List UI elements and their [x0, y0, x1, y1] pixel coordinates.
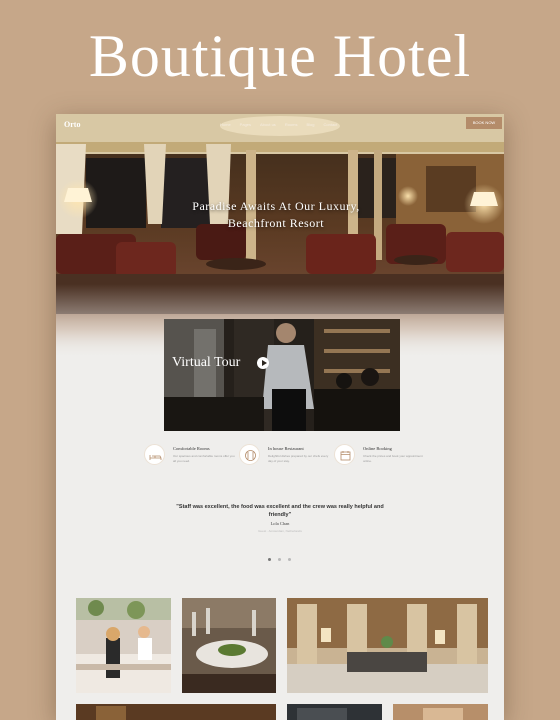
play-icon[interactable]: [257, 357, 269, 369]
testimonial-role: Guest · Amsterdam, Netherlands: [258, 529, 302, 533]
feature-text: Delightful dishes prepared by our chefs …: [268, 454, 329, 463]
feature-restaurant: In house Restaurant Delightful dishes pr…: [239, 444, 339, 474]
carousel-dots: [268, 558, 291, 561]
gallery-image-reception[interactable]: [76, 598, 171, 693]
hero-heading-line-2: Beachfront Resort: [227, 216, 325, 230]
carousel-dot-3[interactable]: [288, 558, 291, 561]
website-preview: Orto Home Pages About us Rooms Blog Cont…: [56, 114, 504, 720]
nav-links: Home Pages About us Rooms Blog Contact: [220, 122, 337, 127]
nav-link-blog[interactable]: Blog: [306, 122, 314, 127]
feature-text: Our spacious and comfortable rooms offer…: [173, 454, 235, 463]
features-row: Comfortable Rooms Our spacious and comfo…: [144, 444, 444, 474]
promo-title: Boutique Hotel: [88, 23, 472, 89]
gallery-image-lobby[interactable]: [287, 598, 488, 693]
feature-online-booking: Online Booking Check the prices and book…: [334, 444, 434, 474]
feature-title: In house Restaurant: [268, 446, 304, 451]
calendar-icon: [334, 444, 355, 465]
nav-link-about[interactable]: About us: [260, 122, 276, 127]
feature-text: Check the prices and book your appointme…: [363, 454, 423, 463]
feature-title: Online Booking: [363, 446, 392, 451]
virtual-tour-label: Virtual Tour: [172, 355, 241, 370]
hero-heading-line-1: Paradise Awaits At Our Luxury,: [192, 199, 360, 213]
virtual-tour-card[interactable]: Virtual Tour: [164, 319, 400, 431]
testimonial-author: Lola Chan: [270, 521, 290, 526]
bed-icon: [144, 444, 165, 465]
restaurant-icon: [239, 444, 260, 465]
carousel-dot-2[interactable]: [278, 558, 281, 561]
nav-link-home[interactable]: Home: [220, 122, 231, 127]
gallery-image-dining[interactable]: [182, 598, 276, 693]
gallery-image-interior[interactable]: [76, 704, 276, 720]
feature-comfortable-rooms: Comfortable Rooms Our spacious and comfo…: [144, 444, 244, 474]
nav-link-pages[interactable]: Pages: [240, 122, 251, 127]
logo[interactable]: Orto: [64, 120, 80, 129]
book-now-button[interactable]: BOOK NOW: [466, 117, 502, 129]
gallery-image-room[interactable]: [287, 704, 382, 720]
carousel-dot-1[interactable]: [268, 558, 271, 561]
testimonial-quote: "Staff was excellent, the food was excel…: [176, 504, 384, 518]
gallery-image-detail[interactable]: [393, 704, 488, 720]
top-navigation: Orto Home Pages About us Rooms Blog Cont…: [56, 114, 504, 134]
nav-link-contact[interactable]: Contact: [324, 122, 338, 127]
hero-heading: Paradise Awaits At Our Luxury, Beachfron…: [166, 198, 386, 232]
nav-link-rooms[interactable]: Rooms: [285, 122, 298, 127]
feature-title: Comfortable Rooms: [173, 446, 210, 451]
virtual-tour-image: [164, 319, 400, 431]
